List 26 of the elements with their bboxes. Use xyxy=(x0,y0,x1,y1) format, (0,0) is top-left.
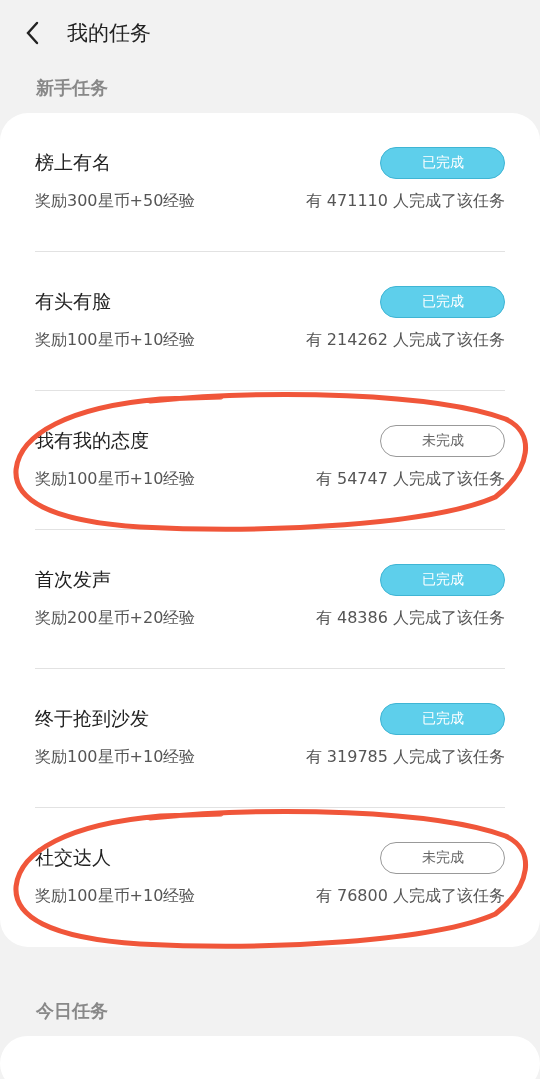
task-reward: 奖励100星币+10经验 xyxy=(35,886,196,907)
status-button[interactable]: 未完成 xyxy=(380,425,505,457)
completion-count: 有 471110 人完成了该任务 xyxy=(305,191,505,212)
task-reward: 奖励300星币+50经验 xyxy=(35,191,196,212)
completion-count: 有 319785 人完成了该任务 xyxy=(305,747,505,768)
completion-count: 有 76800 人完成了该任务 xyxy=(315,886,505,907)
task-name: 榜上有名 xyxy=(35,150,111,175)
completion-count: 有 54747 人完成了该任务 xyxy=(315,469,505,490)
section-title: 新手任务 xyxy=(35,76,109,100)
status-button[interactable]: 已完成 xyxy=(380,286,505,318)
task-name: 有头有脸 xyxy=(35,289,111,314)
status-button[interactable]: 未完成 xyxy=(380,842,505,874)
page-title: 我的任务 xyxy=(67,20,151,47)
task-reward: 奖励100星币+10经验 xyxy=(35,330,196,351)
task-name: 首次发声 xyxy=(35,567,111,592)
completion-count: 有 214262 人完成了该任务 xyxy=(305,330,505,351)
section-title: 今日任务 xyxy=(35,999,109,1023)
task-reward: 奖励100星币+10经验 xyxy=(35,747,196,768)
back-icon[interactable] xyxy=(25,21,39,45)
task-reward: 奖励100星币+10经验 xyxy=(35,469,196,490)
status-button[interactable]: 已完成 xyxy=(380,147,505,179)
task-name: 终于抢到沙发 xyxy=(35,706,149,731)
status-button[interactable]: 已完成 xyxy=(380,703,505,735)
completion-count: 有 48386 人完成了该任务 xyxy=(315,608,505,629)
task-reward: 奖励200星币+20经验 xyxy=(35,608,196,629)
status-button[interactable]: 已完成 xyxy=(380,564,505,596)
